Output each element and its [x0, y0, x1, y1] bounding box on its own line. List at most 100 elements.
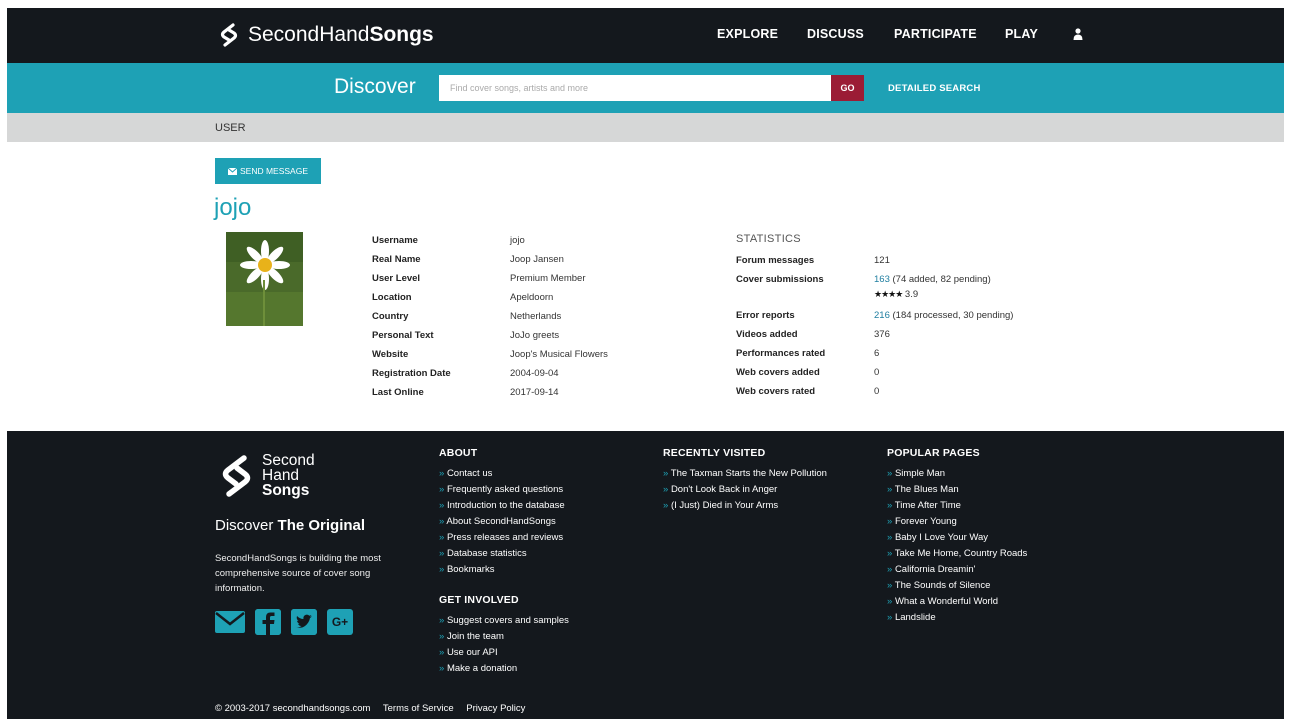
- error-reports-link[interactable]: 216: [874, 310, 890, 321]
- footer-link[interactable]: Database statistics: [439, 548, 565, 564]
- footer-logo[interactable]: Second Hand Songs: [219, 453, 315, 499]
- footer-link[interactable]: Press releases and reviews: [439, 532, 565, 548]
- discover-title: Discover: [334, 75, 416, 98]
- stat-label: Error reports: [736, 310, 795, 321]
- stat-value: 6: [874, 348, 880, 359]
- about-links: Contact us Frequently asked questions In…: [439, 468, 565, 580]
- footer-link[interactable]: Time After Time: [887, 500, 1027, 516]
- field-label: Real Name: [372, 254, 421, 265]
- footer-link[interactable]: Frequently asked questions: [439, 484, 565, 500]
- footer-link[interactable]: Contact us: [439, 468, 565, 484]
- stat-label: Videos added: [736, 329, 798, 340]
- footer-link[interactable]: Make a donation: [439, 663, 569, 679]
- footer: Second Hand Songs Discover The Original …: [7, 431, 1284, 719]
- field-value: 2017-09-14: [510, 387, 559, 398]
- footer-link[interactable]: California Dreamin': [887, 564, 1027, 580]
- footer-link[interactable]: Baby I Love Your Way: [887, 532, 1027, 548]
- stat-label: Performances rated: [736, 348, 826, 359]
- footer-link[interactable]: What a Wonderful World: [887, 596, 1027, 612]
- stat-label: Web covers added: [736, 367, 820, 378]
- stat-label: Cover submissions: [736, 274, 824, 285]
- send-message-button[interactable]: SEND MESSAGE: [215, 158, 321, 184]
- footer-link[interactable]: About SecondHandSongs: [439, 516, 565, 532]
- logo-text-bold: Songs: [369, 23, 434, 46]
- field-value: 2004-09-04: [510, 368, 559, 379]
- email-icon[interactable]: [215, 609, 245, 635]
- videos-added-link[interactable]: 376: [874, 329, 890, 340]
- envelope-icon: [227, 167, 237, 175]
- recently-visited-heading: RECENTLY VISITED: [663, 447, 766, 459]
- field-label: User Level: [372, 273, 421, 284]
- facebook-icon[interactable]: [255, 609, 281, 635]
- footer-link[interactable]: Simple Man: [887, 468, 1027, 484]
- footer-link[interactable]: (I Just) Died in Your Arms: [663, 500, 827, 516]
- footer-bottom: © 2003-2017 secondhandsongs.com Terms of…: [215, 703, 535, 714]
- nav-play[interactable]: PLAY: [1005, 27, 1038, 41]
- logo-icon: [222, 455, 251, 497]
- footer-link[interactable]: Bookmarks: [439, 564, 565, 580]
- footer-tagline: Discover The Original: [215, 517, 365, 534]
- avatar: [226, 232, 303, 326]
- field-label: Last Online: [372, 387, 424, 398]
- star-icon: ★★★★: [874, 289, 903, 299]
- footer-link[interactable]: Introduction to the database: [439, 500, 565, 516]
- twitter-icon[interactable]: [291, 609, 317, 635]
- footer-link[interactable]: Landslide: [887, 612, 1027, 628]
- rating: ★★★★ 3.9: [874, 289, 918, 300]
- footer-link[interactable]: Don't Look Back in Anger: [663, 484, 827, 500]
- field-label: Registration Date: [372, 368, 451, 379]
- footer-link[interactable]: Use our API: [439, 647, 569, 663]
- field-value: Netherlands: [510, 311, 562, 322]
- go-button[interactable]: GO: [831, 75, 864, 101]
- cover-submissions-detail: (74 added, 82 pending): [892, 274, 991, 285]
- forum-messages-link[interactable]: 121: [874, 255, 890, 266]
- tagline-regular: Discover: [215, 517, 274, 534]
- about-heading: ABOUT: [439, 447, 478, 459]
- field-value: Premium Member: [510, 273, 586, 284]
- privacy-link[interactable]: Privacy Policy: [466, 703, 525, 714]
- copyright-text: © 2003-2017 secondhandsongs.com: [215, 703, 371, 714]
- nav-explore[interactable]: EXPLORE: [717, 27, 778, 41]
- footer-link[interactable]: Forever Young: [887, 516, 1027, 532]
- terms-link[interactable]: Terms of Service: [383, 703, 454, 714]
- stat-label: Web covers rated: [736, 386, 816, 397]
- google-plus-icon[interactable]: G+: [327, 609, 353, 635]
- footer-link[interactable]: The Taxman Starts the New Pollution: [663, 468, 827, 484]
- site-logo[interactable]: SecondHand Songs: [218, 21, 434, 49]
- web-covers-added-link[interactable]: 0: [874, 367, 879, 378]
- get-involved-links: Suggest covers and samples Join the team…: [439, 615, 569, 679]
- field-label: Username: [372, 235, 418, 246]
- search-input[interactable]: [439, 75, 831, 101]
- popular-pages-heading: POPULAR PAGES: [887, 447, 980, 459]
- field-value: Joop Jansen: [510, 254, 564, 265]
- top-navigation-bar: SecondHand Songs EXPLORE DISCUSS PARTICIP…: [7, 8, 1284, 63]
- statistics-title: STATISTICS: [736, 233, 801, 245]
- send-message-label: SEND MESSAGE: [239, 166, 309, 176]
- recently-visited-links: The Taxman Starts the New Pollution Don'…: [663, 468, 827, 516]
- footer-description: SecondHandSongs is building the most com…: [215, 553, 381, 594]
- breadcrumb: USER: [215, 122, 246, 134]
- footer-logo-line: Second: [262, 452, 315, 469]
- search-bar-section: Discover GO DETAILED SEARCH: [7, 63, 1284, 113]
- error-reports-detail: (184 processed, 30 pending): [892, 310, 1014, 321]
- cover-submissions-link[interactable]: 163: [874, 274, 890, 285]
- footer-link[interactable]: The Blues Man: [887, 484, 1027, 500]
- footer-link[interactable]: Suggest covers and samples: [439, 615, 569, 631]
- website-link[interactable]: Joop's Musical Flowers: [510, 349, 608, 360]
- field-label: Personal Text: [372, 330, 434, 341]
- field-value: JoJo greets: [510, 330, 560, 341]
- footer-link[interactable]: Take Me Home, Country Roads: [887, 548, 1028, 564]
- tagline-bold: The Original: [277, 517, 366, 534]
- footer-logo-line: Songs: [262, 482, 310, 499]
- field-label: Country: [372, 311, 409, 322]
- footer-link[interactable]: The Sounds of Silence: [887, 580, 1027, 596]
- footer-link[interactable]: Join the team: [439, 631, 569, 647]
- page-title: jojo: [214, 194, 252, 221]
- logo-icon: [220, 23, 238, 47]
- nav-participate[interactable]: PARTICIPATE: [894, 27, 977, 41]
- field-label: Website: [372, 349, 409, 360]
- stat-value: 0: [874, 386, 880, 397]
- detailed-search-link[interactable]: DETAILED SEARCH: [888, 83, 981, 94]
- user-icon[interactable]: [1073, 28, 1083, 40]
- nav-discuss[interactable]: DISCUSS: [807, 27, 864, 41]
